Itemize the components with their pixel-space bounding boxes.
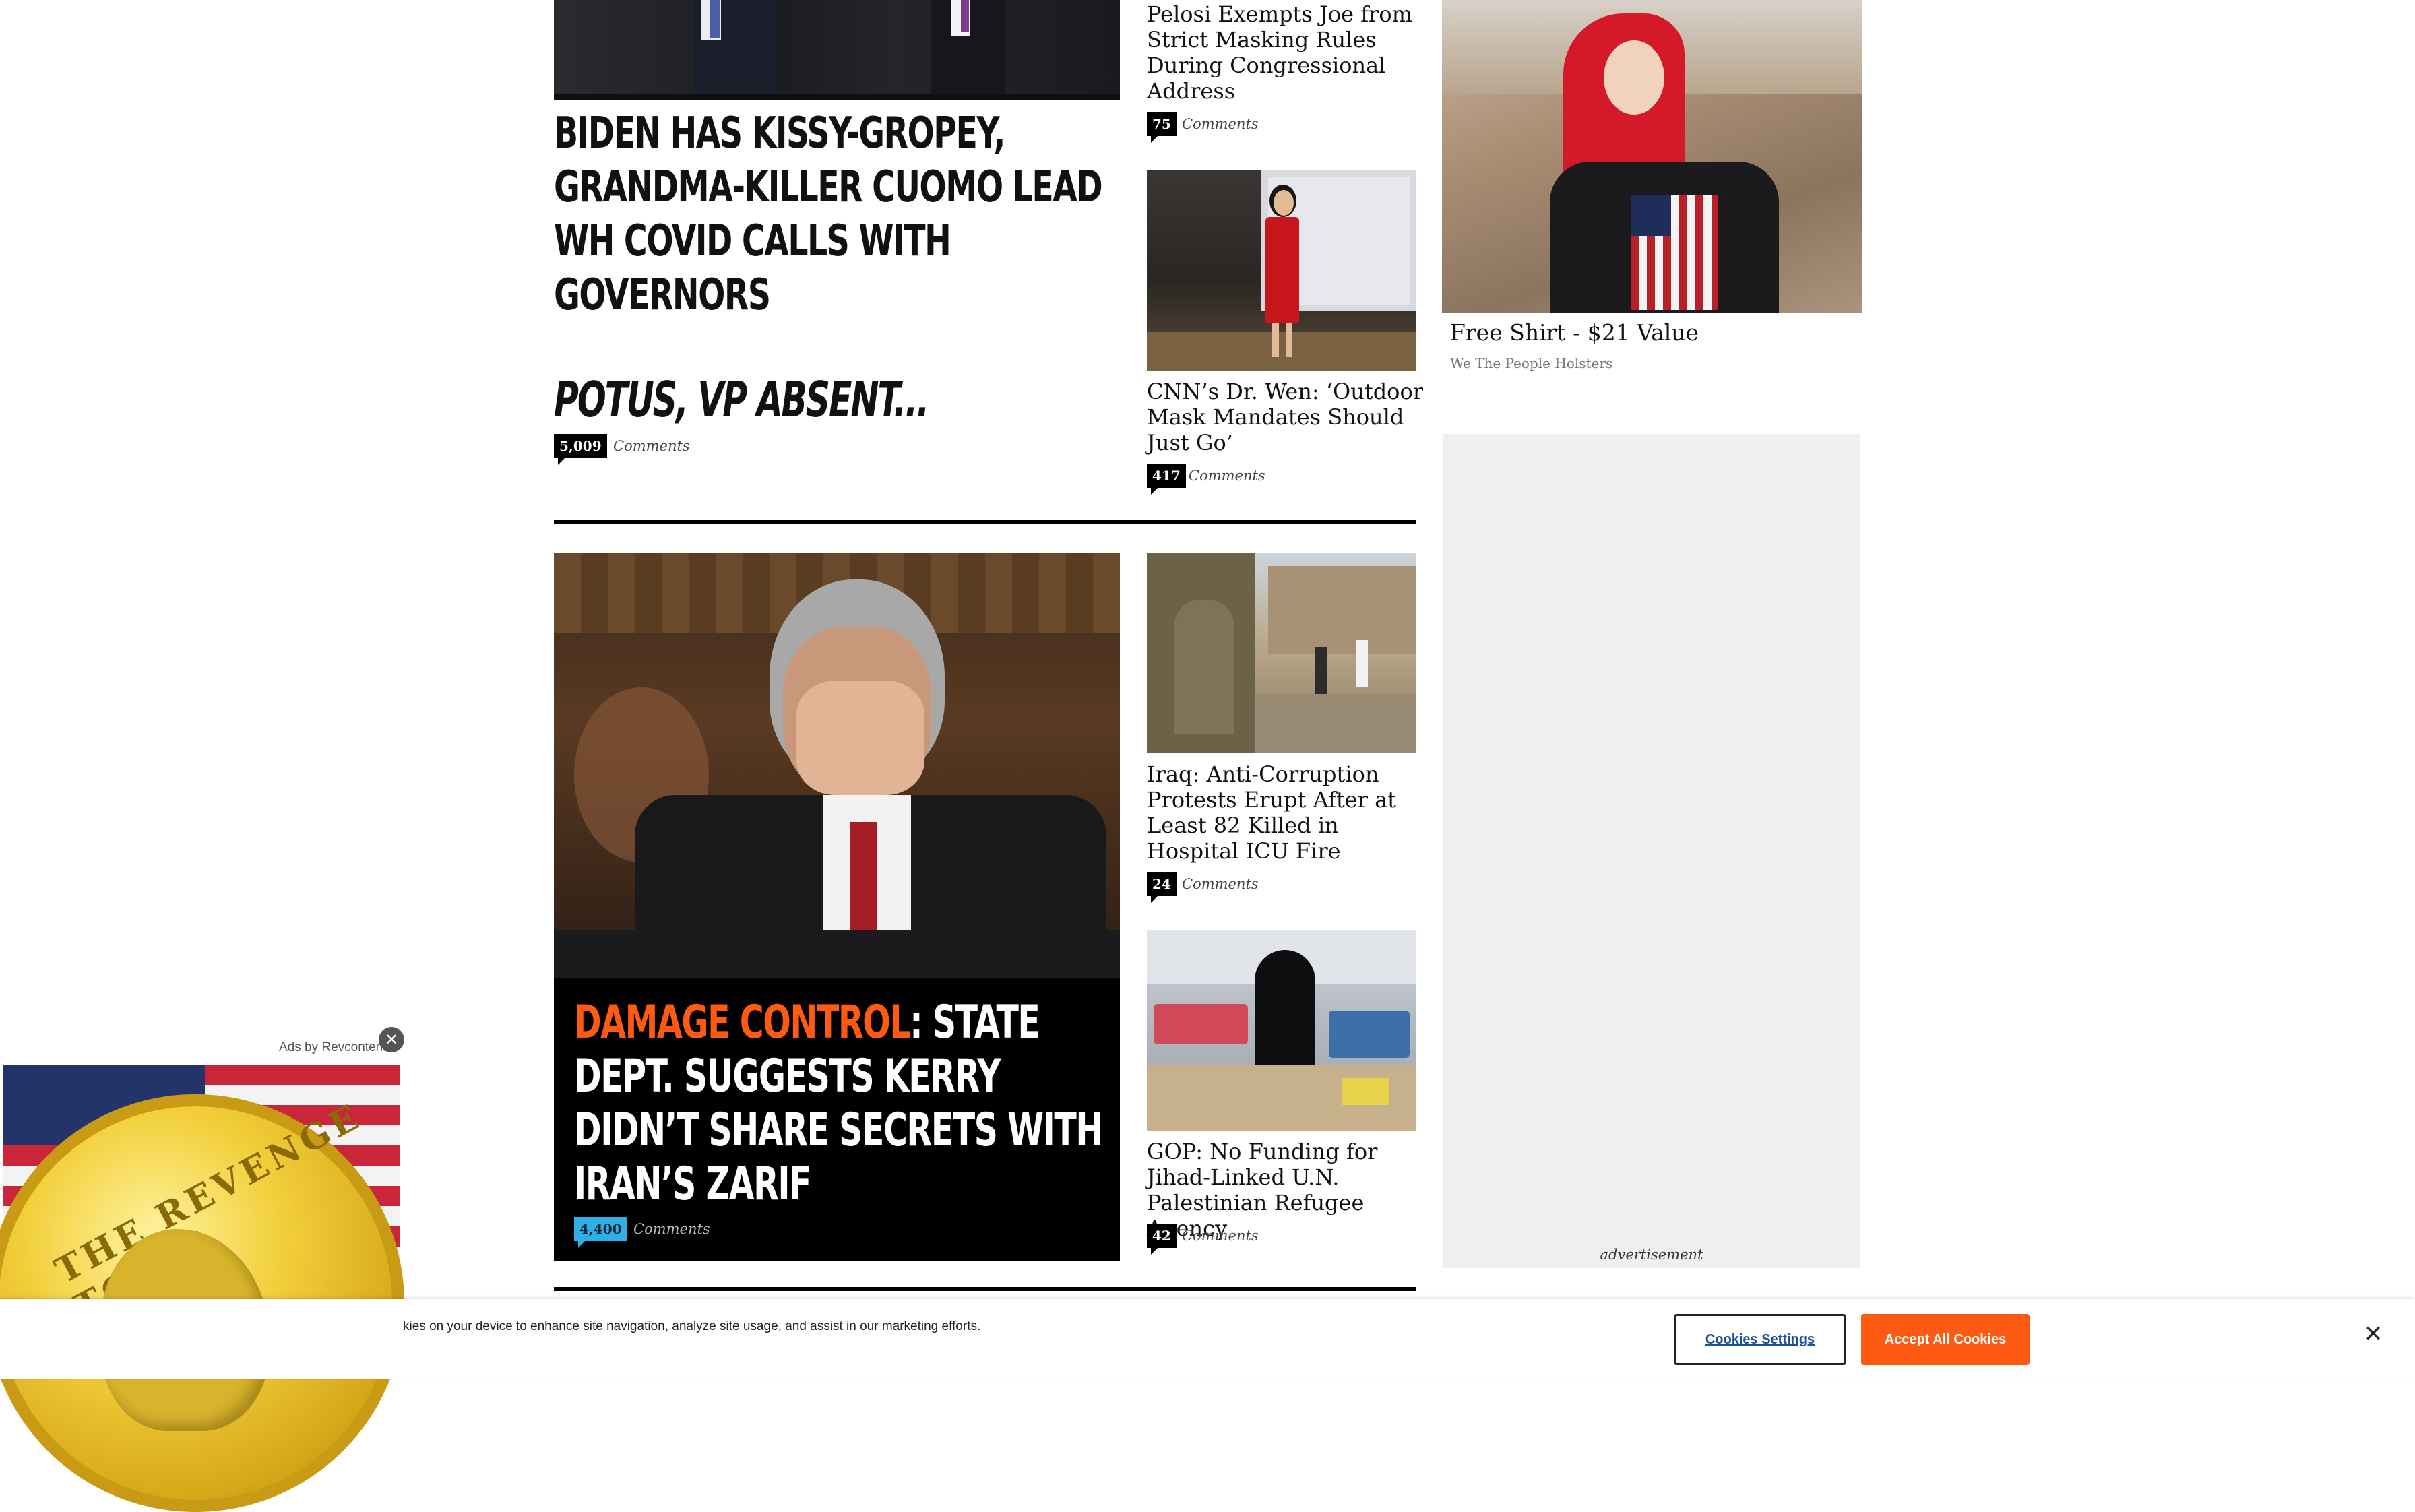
feature-story-image[interactable] bbox=[554, 553, 1120, 978]
top-story-headline[interactable]: BIDEN HAS KISSY-GROPEY, GRANDMA-KILLER C… bbox=[554, 106, 1120, 322]
cookies-settings-button[interactable]: Cookies Settings bbox=[1674, 1314, 1846, 1365]
side-story-image[interactable] bbox=[1147, 170, 1416, 371]
top-story-comments[interactable]: 5,009 Comments bbox=[554, 434, 756, 465]
side-story-title[interactable]: CNN’s Dr. Wen: ‘Outdoor Mask Mandates Sh… bbox=[1147, 379, 1423, 455]
close-ad-icon[interactable]: ✕ bbox=[379, 1027, 404, 1052]
comment-count-badge[interactable]: 4,400 bbox=[574, 1217, 627, 1248]
comment-count-badge[interactable]: 75 bbox=[1147, 112, 1177, 143]
comments-label[interactable]: Comments bbox=[1182, 872, 1259, 896]
section-divider bbox=[554, 520, 1416, 524]
side-story-comments[interactable]: 24 Comments bbox=[1147, 872, 1315, 903]
side-story-title[interactable]: Iraq: Anti-Corruption Protests Erupt Aft… bbox=[1147, 761, 1423, 864]
comment-count-badge[interactable]: 5,009 bbox=[554, 434, 607, 465]
side-story-comments[interactable]: 417 Comments bbox=[1147, 464, 1315, 495]
ad-label: advertisement bbox=[1600, 1247, 1703, 1263]
comment-count-badge[interactable]: 24 bbox=[1147, 872, 1177, 903]
side-story-comments[interactable]: 42 Comments bbox=[1147, 1224, 1315, 1255]
comments-label[interactable]: Comments bbox=[1182, 112, 1259, 136]
sidebar-ad-image[interactable] bbox=[1442, 0, 1862, 313]
comment-count-badge[interactable]: 417 bbox=[1147, 464, 1186, 495]
feature-story-comments[interactable]: 4,400 Comments bbox=[574, 1217, 776, 1248]
side-story-image[interactable] bbox=[1147, 930, 1416, 1131]
cookie-banner: kies on your device to enhance site navi… bbox=[0, 1299, 2415, 1379]
sidebar-ad-box[interactable]: advertisement bbox=[1443, 434, 1860, 1268]
close-banner-icon[interactable]: ✕ bbox=[2358, 1319, 2388, 1349]
comments-label[interactable]: Comments bbox=[613, 434, 690, 458]
side-story-comments[interactable]: 75 Comments bbox=[1147, 112, 1315, 143]
top-story-subhead[interactable]: POTUS, VP ABSENT... bbox=[554, 369, 1026, 430]
headline-highlight[interactable]: DAMAGE CONTROL bbox=[574, 996, 911, 1049]
top-story-image[interactable] bbox=[554, 0, 1120, 100]
feature-story-headline[interactable]: DAMAGE CONTROL: STATE DEPT. SUGGESTS KER… bbox=[574, 996, 1108, 1211]
sidebar-ad-title[interactable]: Free Shirt - $21 Value bbox=[1450, 318, 1854, 348]
comments-label[interactable]: Comments bbox=[1189, 464, 1265, 488]
accept-all-cookies-button[interactable]: Accept All Cookies bbox=[1861, 1314, 2030, 1365]
cookie-text: kies on your device to enhance site navi… bbox=[403, 1319, 981, 1333]
comment-count-badge[interactable]: 42 bbox=[1147, 1224, 1177, 1255]
comments-label[interactable]: Comments bbox=[1182, 1224, 1259, 1248]
side-story-image[interactable] bbox=[1147, 553, 1416, 753]
side-story-title[interactable]: Pelosi Exempts Joe from Strict Masking R… bbox=[1147, 1, 1416, 104]
feature-story-panel[interactable]: DAMAGE CONTROL: STATE DEPT. SUGGESTS KER… bbox=[554, 978, 1120, 1261]
ads-by-label: Ads by Revcontent bbox=[279, 1040, 387, 1054]
section-divider bbox=[554, 1287, 1416, 1291]
comments-label[interactable]: Comments bbox=[633, 1217, 710, 1241]
sidebar-ad-sponsor[interactable]: We The People Holsters bbox=[1450, 353, 1854, 373]
